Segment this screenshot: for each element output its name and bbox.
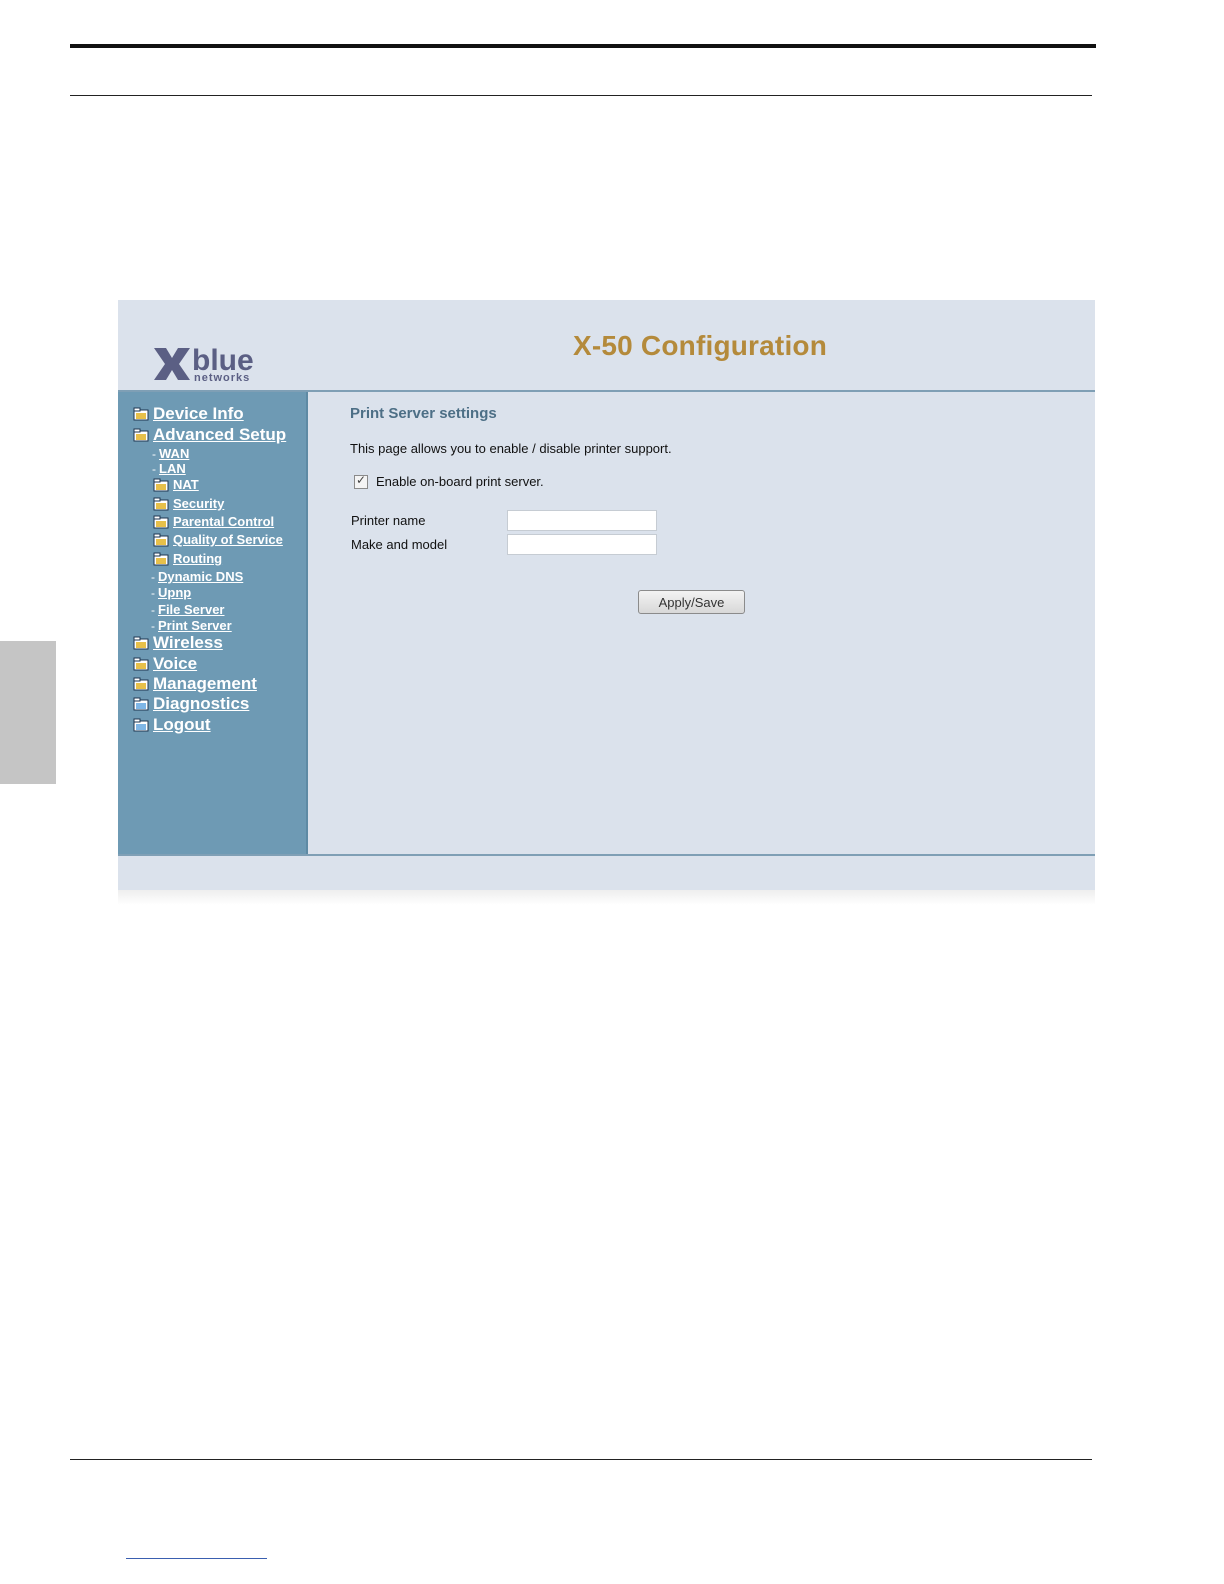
page-header-rule <box>70 95 1092 96</box>
enable-print-server-label: Enable on-board print server. <box>376 474 544 489</box>
sidebar-item-logout[interactable]: Logout <box>133 715 211 735</box>
sidebar-item-label: Management <box>153 674 257 693</box>
sidebar-item-label: LAN <box>159 461 186 476</box>
sidebar-item-label: Device Info <box>153 404 244 423</box>
section-title: Print Server settings <box>350 405 497 422</box>
sidebar-item-security[interactable]: Security <box>153 496 224 511</box>
svg-text:networks: networks <box>194 372 250 384</box>
page-footer-rule <box>70 1459 1092 1460</box>
sidebar-item-wan[interactable]: - WAN <box>152 446 189 461</box>
printer-name-label: Printer name <box>351 513 426 528</box>
folder-icon <box>133 718 149 732</box>
make-and-model-input[interactable] <box>507 534 657 555</box>
app-title: X-50 Configuration <box>573 330 828 361</box>
folder-icon <box>133 636 149 650</box>
sidebar-item-label: Print Server <box>158 618 232 633</box>
sidebar-item-device-info[interactable]: Device Info <box>133 404 244 424</box>
app-footer <box>118 854 1095 890</box>
make-and-model-label: Make and model <box>351 537 448 552</box>
folder-icon <box>153 533 169 546</box>
sidebar-item-dynamic-dns[interactable]: - Dynamic DNS <box>151 569 243 584</box>
apply-save-button[interactable]: Apply/Save <box>638 590 745 614</box>
sidebar-item-label: Security <box>173 496 225 511</box>
chapter-side-tab <box>0 641 56 784</box>
main-content: Print Server settings This page allows y… <box>308 392 1095 854</box>
sidebar-item-lan[interactable]: - LAN <box>152 461 186 476</box>
sidebar-item-upnp[interactable]: - Upnp <box>151 585 191 600</box>
sidebar-item-label: NAT <box>173 477 199 492</box>
sidebar-item-diagnostics[interactable]: Diagnostics <box>133 694 249 714</box>
sidebar-item-wireless[interactable]: Wireless <box>133 633 223 653</box>
folder-icon <box>133 657 149 671</box>
router-config-screenshot: blue networks X-50 Configuration Device … <box>118 300 1095 905</box>
page-top-rule <box>70 44 1096 48</box>
page-description: This page allows you to enable / disable… <box>350 441 672 456</box>
sidebar-item-voice[interactable]: Voice <box>133 654 197 674</box>
sidebar-item-label: Diagnostics <box>153 694 250 713</box>
app-header: blue networks X-50 Configuration <box>118 300 1095 392</box>
printer-name-input[interactable] <box>507 510 657 531</box>
folder-icon <box>153 497 169 510</box>
folder-icon <box>153 515 169 528</box>
footer-link-underline <box>126 1558 267 1559</box>
sidebar-item-label: Voice <box>153 654 198 673</box>
sidebar-item-label: File Server <box>158 602 225 617</box>
sidebar-item-quality-of-service[interactable]: Quality of Service <box>153 532 283 547</box>
sidebar-item-nat[interactable]: NAT <box>153 477 199 492</box>
folder-icon <box>133 697 149 711</box>
folder-icon <box>153 552 169 565</box>
sidebar-item-label: Upnp <box>158 585 192 600</box>
sidebar-item-print-server[interactable]: - Print Server <box>151 618 232 633</box>
sidebar-item-label: Advanced Setup <box>153 425 287 444</box>
sidebar-item-label: Dynamic DNS <box>158 569 244 584</box>
sidebar-item-label: Quality of Service <box>173 532 283 547</box>
sidebar-item-parental-control[interactable]: Parental Control <box>153 514 274 529</box>
folder-icon <box>133 407 149 421</box>
enable-print-server-row: Enable on-board print server. <box>354 473 544 489</box>
sidebar-item-label: Parental Control <box>173 514 275 529</box>
enable-print-server-checkbox[interactable] <box>354 473 368 489</box>
xblue-networks-logo: blue networks <box>154 344 254 384</box>
sidebar-item-label: Routing <box>173 551 223 566</box>
sidebar-item-advanced-setup[interactable]: Advanced Setup <box>133 425 286 445</box>
sidebar-item-label: WAN <box>159 446 190 461</box>
sidebar-item-file-server[interactable]: - File Server <box>151 602 225 617</box>
folder-icon <box>133 677 149 691</box>
sidebar-nav: Device Info Advanced Setup - WAN - LAN NAT… <box>118 392 308 854</box>
screenshot-shadow <box>118 890 1095 905</box>
sidebar-item-management[interactable]: Management <box>133 674 257 694</box>
folder-icon <box>153 478 169 491</box>
sidebar-item-routing[interactable]: Routing <box>153 551 222 566</box>
sidebar-item-label: Wireless <box>153 633 223 652</box>
folder-icon <box>133 428 149 442</box>
sidebar-item-label: Logout <box>153 715 211 734</box>
